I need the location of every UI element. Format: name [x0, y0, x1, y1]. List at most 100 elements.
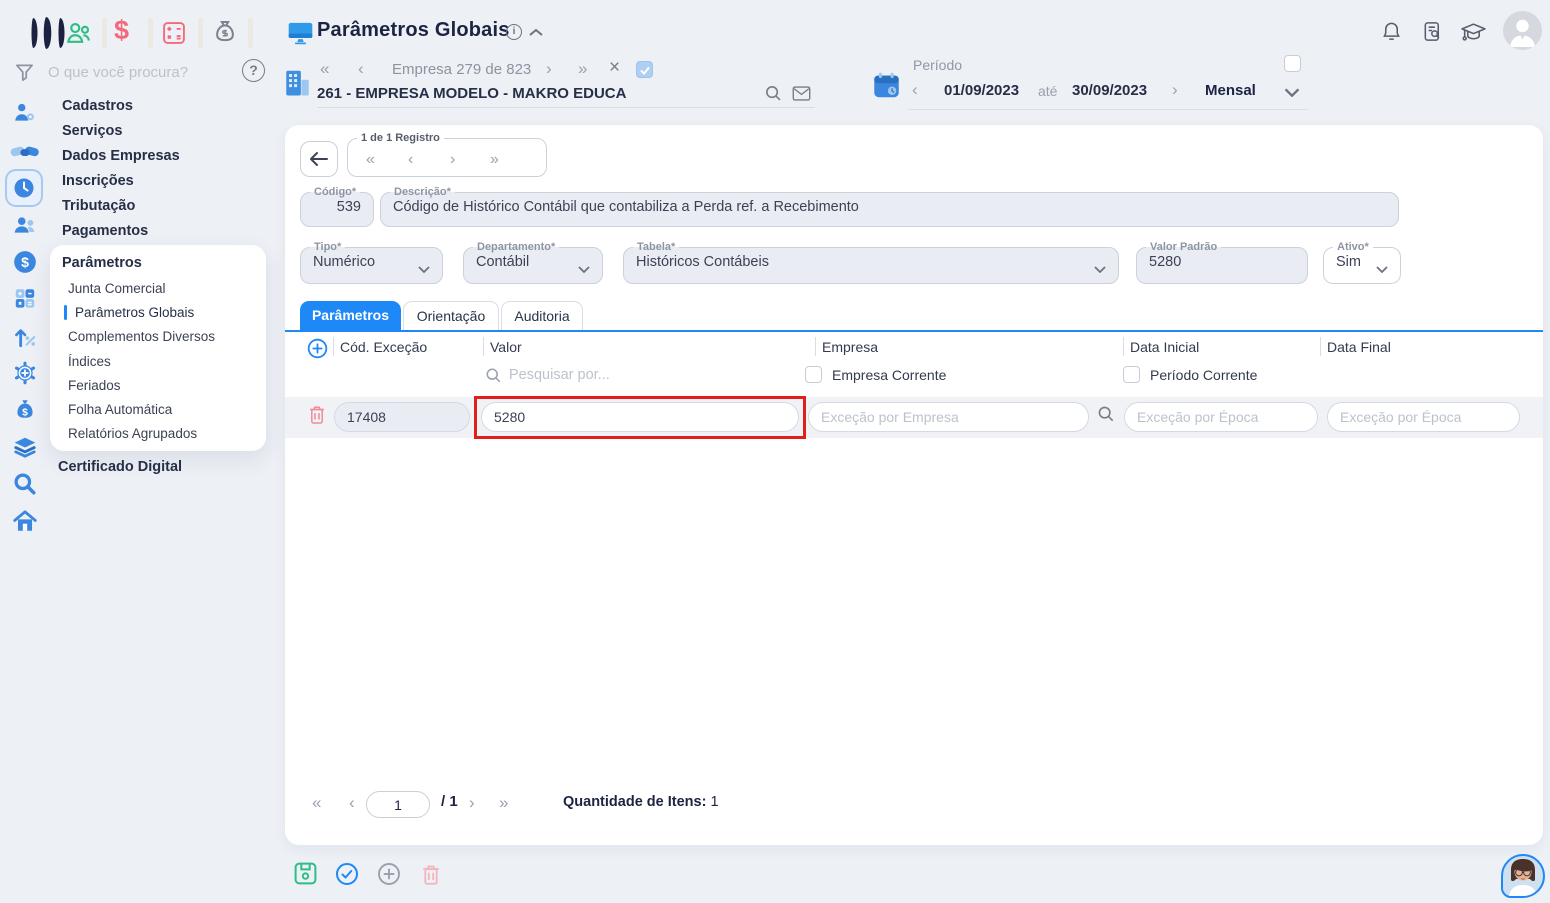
- divider: [248, 18, 253, 48]
- company-first-icon[interactable]: «: [320, 61, 329, 77]
- company-next-icon[interactable]: ›: [546, 61, 552, 77]
- empresa-corrente-label: Empresa Corrente: [832, 367, 946, 383]
- sidebar-item-tributacao[interactable]: Tributação: [62, 196, 135, 216]
- envelope-icon[interactable]: [792, 85, 811, 102]
- period-start-date[interactable]: 01/09/2023: [944, 82, 1019, 99]
- document-search-icon[interactable]: [1421, 20, 1444, 43]
- page-next-icon[interactable]: ›: [469, 793, 475, 813]
- submenu-item-parametros-globais[interactable]: Parâmetros Globais: [75, 304, 194, 322]
- departamento-select[interactable]: Departamento* Contábil: [463, 242, 603, 284]
- delete-row-icon[interactable]: [308, 405, 326, 425]
- dollar-icon[interactable]: $: [114, 15, 129, 46]
- add-row-icon[interactable]: [307, 338, 328, 359]
- empresa-excecao-input[interactable]: [808, 402, 1089, 432]
- tipo-select[interactable]: Tipo* Numérico: [300, 242, 443, 284]
- company-clear-icon[interactable]: ×: [609, 60, 620, 76]
- confirm-icon[interactable]: [335, 862, 359, 886]
- tab-orientacao[interactable]: Orientação: [403, 301, 499, 331]
- dollar-circle-icon[interactable]: $: [12, 249, 38, 275]
- page-number-input[interactable]: [366, 791, 430, 818]
- data-final-input[interactable]: [1327, 402, 1520, 432]
- tab-parametros[interactable]: Parâmetros: [300, 301, 401, 331]
- calculator-icon[interactable]: [160, 19, 188, 47]
- submenu-item-feriados[interactable]: Feriados: [68, 377, 121, 395]
- chevron-down-icon: [1094, 266, 1106, 273]
- registro-last-icon[interactable]: »: [490, 152, 499, 168]
- calculator-blue-icon[interactable]: [12, 286, 38, 312]
- submenu-item-relatorios-agrupados[interactable]: Relatórios Agrupados: [68, 425, 197, 443]
- submenu-title-parametros[interactable]: Parâmetros: [62, 255, 142, 271]
- help-icon[interactable]: ?: [242, 59, 265, 82]
- data-inicial-input[interactable]: [1124, 402, 1318, 432]
- valor-input[interactable]: [481, 402, 799, 432]
- company-search-icon[interactable]: [764, 84, 783, 103]
- assistant-avatar-bubble[interactable]: [1501, 854, 1545, 898]
- period-checkbox[interactable]: [1284, 55, 1301, 72]
- empresa-corrente-checkbox[interactable]: [805, 366, 822, 383]
- sidebar-item-certificado-digital[interactable]: Certificado Digital: [58, 457, 182, 477]
- periodo-corrente-checkbox[interactable]: [1123, 366, 1140, 383]
- col-cod-excecao: Cód. Exceção: [340, 337, 427, 357]
- sidebar-item-servicos[interactable]: Serviços: [62, 121, 122, 141]
- registro-next-icon[interactable]: ›: [450, 152, 455, 168]
- period-prev-icon[interactable]: ‹: [912, 82, 918, 98]
- chevron-down-icon: [578, 266, 590, 273]
- chevron-up-icon[interactable]: [528, 27, 544, 37]
- sidebar-item-dados-empresas[interactable]: Dados Empresas: [62, 146, 180, 166]
- layers-icon[interactable]: [12, 434, 38, 460]
- submenu-item-folha-automatica[interactable]: Folha Automática: [68, 401, 172, 419]
- delete-icon[interactable]: [421, 864, 441, 886]
- app-window: $ Parâmetros Globais i: [0, 0, 1550, 903]
- user-settings-icon[interactable]: [12, 100, 38, 126]
- save-icon[interactable]: [293, 861, 318, 886]
- money-bag-blue-icon[interactable]: $: [12, 397, 38, 423]
- page-first-icon[interactable]: «: [312, 793, 321, 813]
- submenu-item-junta-comercial[interactable]: Junta Comercial: [68, 280, 166, 298]
- percent-increase-icon[interactable]: [12, 323, 38, 349]
- company-underline: [317, 107, 815, 108]
- tabela-select[interactable]: Tabela* Históricos Contábeis: [623, 242, 1119, 284]
- valor-filter-input[interactable]: [509, 364, 749, 386]
- search-blue-icon[interactable]: [12, 471, 38, 497]
- empresa-lookup-icon[interactable]: [1097, 405, 1115, 423]
- user-avatar[interactable]: [1503, 11, 1542, 50]
- sidebar-active-icon-wrap[interactable]: [5, 169, 43, 207]
- submenu-item-indices[interactable]: Índices: [68, 353, 111, 371]
- filter-funnel-icon[interactable]: [14, 62, 35, 83]
- registro-prev-icon[interactable]: ‹: [408, 152, 413, 168]
- ativo-label: Ativo*: [1333, 242, 1373, 253]
- info-icon[interactable]: i: [506, 24, 522, 40]
- period-mode-select[interactable]: Mensal: [1205, 82, 1256, 99]
- back-button[interactable]: [300, 141, 338, 177]
- sidebar-item-inscricoes[interactable]: Inscrições: [62, 171, 134, 191]
- home-icon[interactable]: [12, 508, 38, 534]
- periodo-corrente-label: Período Corrente: [1150, 367, 1257, 383]
- sidebar-search-input[interactable]: [48, 60, 233, 84]
- page-last-icon[interactable]: »: [499, 793, 508, 813]
- sidebar-item-cadastros[interactable]: Cadastros: [62, 96, 133, 116]
- page-prev-icon[interactable]: ‹: [349, 793, 355, 813]
- sidebar-item-pagamentos[interactable]: Pagamentos: [62, 221, 148, 241]
- divider: [148, 18, 153, 48]
- tab-auditoria[interactable]: Auditoria: [501, 301, 583, 331]
- divider: [102, 18, 107, 48]
- people-icon[interactable]: [64, 18, 94, 48]
- add-icon[interactable]: [377, 862, 401, 886]
- people-group-icon[interactable]: [12, 212, 38, 238]
- company-checkbox[interactable]: [636, 61, 653, 78]
- gear-icon[interactable]: [12, 360, 38, 386]
- company-prev-icon[interactable]: ‹: [358, 61, 364, 77]
- notifications-bell-icon[interactable]: [1380, 20, 1403, 43]
- parametros-submenu: Parâmetros: [50, 245, 266, 451]
- submenu-item-complementos-diversos[interactable]: Complementos Diversos: [68, 328, 215, 346]
- graduation-cap-icon[interactable]: [1460, 21, 1487, 44]
- period-end-date[interactable]: 30/09/2023: [1072, 82, 1147, 99]
- period-chevron-down-icon[interactable]: [1284, 88, 1300, 97]
- money-bag-icon[interactable]: [210, 17, 240, 47]
- valor-padrao-value: 5280: [1137, 253, 1307, 270]
- handshake-icon[interactable]: [10, 140, 40, 164]
- registro-first-icon[interactable]: «: [366, 152, 375, 168]
- ativo-select[interactable]: Ativo* Sim: [1323, 242, 1401, 284]
- period-next-icon[interactable]: ›: [1172, 82, 1178, 98]
- company-last-icon[interactable]: »: [578, 61, 587, 77]
